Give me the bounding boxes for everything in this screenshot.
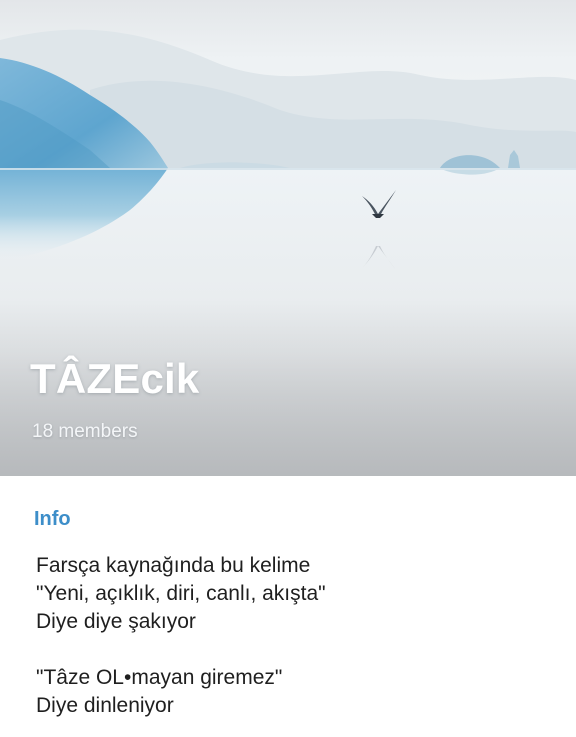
description-line: Diye dinleniyor	[36, 694, 174, 717]
group-description[interactable]: Farsça kaynağında bu kelime "Yeni, açıkl…	[36, 552, 556, 720]
group-header: TÂZEcik 18 members	[0, 0, 576, 476]
member-count[interactable]: 18 members	[32, 422, 138, 441]
description-blank-line	[36, 636, 556, 664]
description-line: "Yeni, açıklık, diri, canlı, akışta"	[36, 582, 326, 605]
group-profile-screen: TÂZEcik 18 members Info Farsça kaynağınd…	[0, 0, 576, 737]
group-cover-photo[interactable]	[0, 0, 576, 476]
info-section: Info Farsça kaynağında bu kelime "Yeni, …	[0, 476, 576, 737]
description-line: Farsça kaynağında bu kelime	[36, 554, 311, 577]
description-line: Diye diye şakıyor	[36, 610, 196, 633]
group-title: TÂZEcik	[30, 355, 200, 402]
info-heading: Info	[34, 508, 71, 530]
description-line: "Tâze OL•mayan giremez"	[36, 666, 283, 689]
